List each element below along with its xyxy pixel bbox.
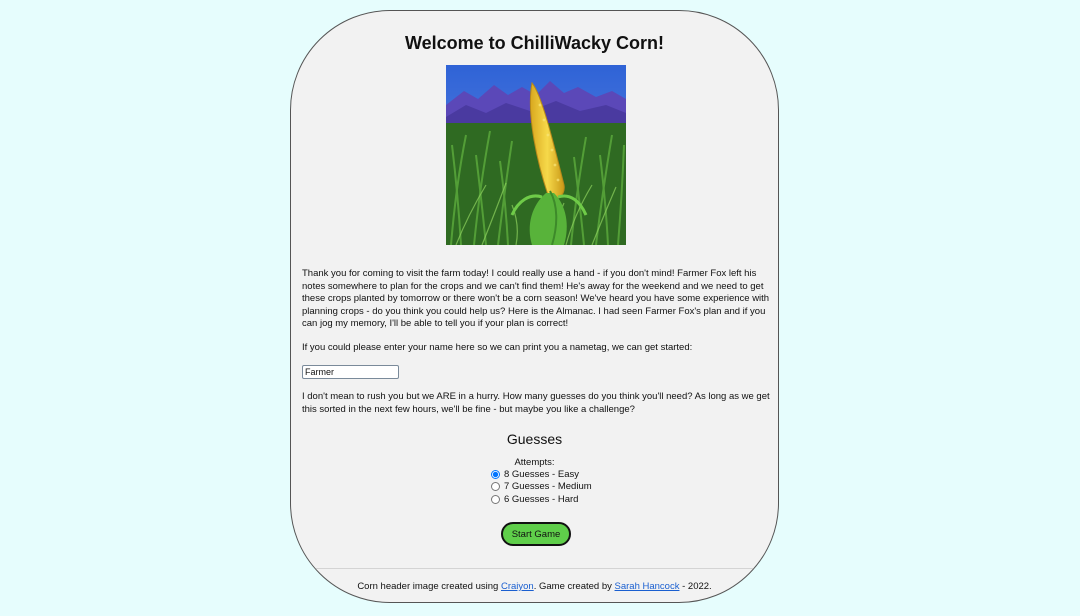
guesses-heading: Guesses bbox=[506, 431, 563, 447]
radio-medium[interactable] bbox=[491, 482, 500, 492]
footer-prefix: Corn header image created using bbox=[357, 581, 501, 592]
option-medium[interactable]: 7 Guesses - Medium bbox=[491, 481, 592, 494]
intro-text: Thank you for coming to visit the farm t… bbox=[302, 268, 770, 330]
rush-text: I don't mean to rush you but we ARE in a… bbox=[302, 391, 770, 415]
footer-divider bbox=[291, 568, 778, 569]
option-medium-label: 7 Guesses - Medium bbox=[504, 481, 592, 493]
game-card: Welcome to ChilliWacky Corn! Thank you f… bbox=[290, 10, 779, 603]
craiyon-link[interactable]: Craiyon bbox=[501, 581, 534, 592]
option-hard[interactable]: 6 Guesses - Hard bbox=[491, 493, 592, 506]
corn-header-image bbox=[446, 65, 626, 245]
footer-suffix: - 2022. bbox=[679, 581, 712, 592]
author-link[interactable]: Sarah Hancock bbox=[615, 581, 680, 592]
option-hard-label: 6 Guesses - Hard bbox=[504, 493, 579, 505]
page-title: Welcome to ChilliWacky Corn! bbox=[404, 33, 665, 53]
name-input[interactable] bbox=[302, 365, 399, 379]
option-easy[interactable]: 8 Guesses - Easy bbox=[491, 468, 592, 481]
radio-easy[interactable] bbox=[491, 469, 500, 479]
option-easy-label: 8 Guesses - Easy bbox=[504, 468, 579, 480]
radio-hard[interactable] bbox=[491, 494, 500, 504]
footer: Corn header image created using Craiyon.… bbox=[291, 581, 778, 592]
name-prompt: If you could please enter your name here… bbox=[302, 342, 693, 353]
footer-middle: . Game created by bbox=[533, 581, 615, 592]
guesses-options: 8 Guesses - Easy 7 Guesses - Medium 6 Gu… bbox=[491, 468, 592, 506]
start-game-button[interactable]: Start Game bbox=[501, 522, 571, 546]
attempts-label: Attempts: bbox=[514, 457, 555, 468]
